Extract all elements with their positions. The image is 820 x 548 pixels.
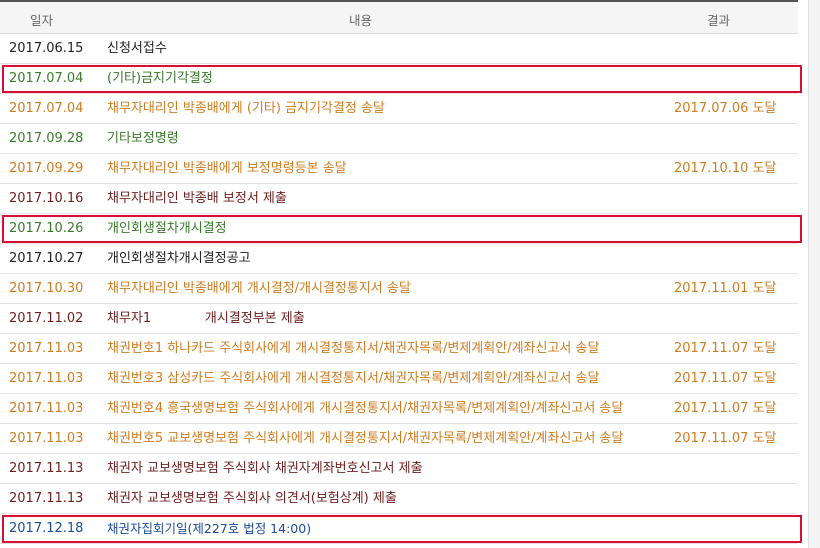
row-content: 신청서접수 [107,41,167,56]
table-row: 2017.07.04 (기타)금지기각결정 [0,64,798,94]
table-row: 2017.11.13 채권자 교보생명보험 주식회사 의견서(보험상계) 제출 [0,484,798,514]
row-content: 채권번호4 흥국생명보험 주식회사에게 개시결정통지서/채권자목록/변제계획안/… [107,401,624,416]
row-date: 2017.11.02 [9,311,84,326]
table-row: 2017.12.18 채권자집회기일(제227호 법정 14:00) [0,514,798,544]
row-content: 채권번호1 하나카드 주식회사에게 개시결정통지서/채권자목록/변제계획안/계좌… [107,341,600,356]
table-row: 2017.10.27 개인회생절차개시결정공고 [0,244,798,274]
row-result: 2017.11.07 도달 [674,431,777,446]
table-row: 2017.10.30 채무자대리인 박종배에게 개시결정/개시결정통지서 송달 20… [0,274,798,304]
row-content: 채무자대리인 박종배에게 개시결정/개시결정통지서 송달 [107,281,411,296]
table-body: 2017.06.15 신청서접수 2017.07.04 (기타)금지기각결정 2017.… [0,34,798,544]
row-date: 2017.12.18 [9,521,84,536]
table-row: 2017.06.15 신청서접수 [0,34,798,64]
row-date: 2017.07.04 [9,101,84,116]
row-date: 2017.11.03 [9,431,84,446]
table-header: 일자 내용 결과 [0,2,798,34]
row-content: 채권자 교보생명보험 주식회사 채권자계좌번호신고서 제출 [107,461,423,476]
row-date: 2017.11.03 [9,401,84,416]
row-content: 채무자1 개시결정부본 제출 [107,311,305,326]
row-result: 2017.11.07 도달 [674,371,777,386]
row-date: 2017.10.30 [9,281,84,296]
row-result: 2017.11.07 도달 [674,401,777,416]
header-date: 일자 [30,13,54,28]
row-date: 2017.11.03 [9,341,84,356]
row-date: 2017.11.03 [9,371,84,386]
row-content: 개인회생절차개시결정 [107,221,227,236]
row-content: 채권번호3 삼성카드 주식회사에게 개시결정통지서/채권자목록/변제계획안/계좌… [107,371,600,386]
table-row: 2017.11.03 채권번호1 하나카드 주식회사에게 개시결정통지서/채권자목… [0,334,798,364]
row-content: 기타보정명령 [107,131,179,146]
table-row: 2017.11.03 채권번호5 교보생명보험 주식회사에게 개시결정통지서/채권… [0,424,798,454]
row-content: 채무자대리인 박종배에게 보정명령등본 송달 [107,161,347,176]
row-result: 2017.10.10 도달 [674,161,777,176]
header-result: 결과 [707,13,731,28]
table-row: 2017.11.03 채권번호4 흥국생명보험 주식회사에게 개시결정통지서/채권… [0,394,798,424]
row-result: 2017.11.07 도달 [674,341,777,356]
row-date: 2017.10.27 [9,251,84,266]
row-date: 2017.09.28 [9,131,84,146]
row-content: 채권자집회기일(제227호 법정 14:00) [107,521,312,536]
table-row: 2017.11.03 채권번호3 삼성카드 주식회사에게 개시결정통지서/채권자목… [0,364,798,394]
row-result: 2017.07.06 도달 [674,101,777,116]
table-row: 2017.09.29 채무자대리인 박종배에게 보정명령등본 송달 2017.10.… [0,154,798,184]
row-date: 2017.10.26 [9,221,84,236]
table-row: 2017.11.02 채무자1 개시결정부본 제출 [0,304,798,334]
row-date: 2017.11.13 [9,491,84,506]
table-row: 2017.09.28 기타보정명령 [0,124,798,154]
row-date: 2017.09.29 [9,161,84,176]
case-history-table: 일자 내용 결과 2017.06.15 신청서접수 2017.07.04 (기타)금지… [0,0,802,548]
row-content: (기타)금지기각결정 [107,71,213,86]
row-result: 2017.11.01 도달 [674,281,777,296]
table-row: 2017.07.04 채무자대리인 박종배에게 (기타) 금지기각결정 송달 201… [0,94,798,124]
vertical-scrollbar[interactable] [808,0,820,548]
row-content: 채무자대리인 박종배 보정서 제출 [107,191,287,206]
table-row: 2017.10.16 채무자대리인 박종배 보정서 제출 [0,184,798,214]
row-content: 개인회생절차개시결정공고 [107,251,251,266]
table-row: 2017.11.13 채권자 교보생명보험 주식회사 채권자계좌번호신고서 제출 [0,454,798,484]
row-date: 2017.10.16 [9,191,84,206]
row-date: 2017.07.04 [9,71,84,86]
table-row: 2017.10.26 개인회생절차개시결정 [0,214,798,244]
header-content: 내용 [349,13,373,28]
row-date: 2017.11.13 [9,461,84,476]
row-content: 채무자대리인 박종배에게 (기타) 금지기각결정 송달 [107,101,385,116]
row-content: 채권자 교보생명보험 주식회사 의견서(보험상계) 제출 [107,491,397,506]
row-content: 채권번호5 교보생명보험 주식회사에게 개시결정통지서/채권자목록/변제계획안/… [107,431,624,446]
row-date: 2017.06.15 [9,41,84,56]
